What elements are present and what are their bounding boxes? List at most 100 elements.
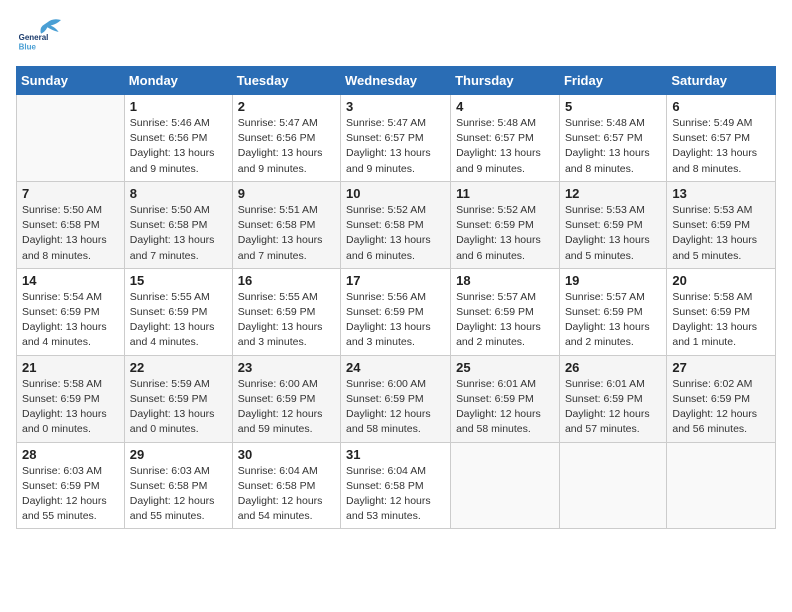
- week-row-2: 7 Sunrise: 5:50 AMSunset: 6:58 PMDaylight…: [17, 181, 776, 268]
- calendar-cell: 7 Sunrise: 5:50 AMSunset: 6:58 PMDaylight…: [17, 181, 125, 268]
- day-number: 15: [130, 273, 227, 288]
- calendar-cell: 18 Sunrise: 5:57 AMSunset: 6:59 PMDayligh…: [451, 268, 560, 355]
- day-info: Sunrise: 6:02 AMSunset: 6:59 PMDaylight:…: [672, 377, 770, 438]
- calendar-cell: 1 Sunrise: 5:46 AMSunset: 6:56 PMDaylight…: [124, 95, 232, 182]
- day-info: Sunrise: 5:57 AMSunset: 6:59 PMDaylight:…: [456, 290, 554, 351]
- day-number: 31: [346, 447, 445, 462]
- day-number: 22: [130, 360, 227, 375]
- day-info: Sunrise: 5:49 AMSunset: 6:57 PMDaylight:…: [672, 116, 770, 177]
- calendar-cell: 16 Sunrise: 5:55 AMSunset: 6:59 PMDayligh…: [232, 268, 340, 355]
- day-info: Sunrise: 6:04 AMSunset: 6:58 PMDaylight:…: [238, 464, 335, 525]
- day-info: Sunrise: 5:53 AMSunset: 6:59 PMDaylight:…: [672, 203, 770, 264]
- calendar-body: 1 Sunrise: 5:46 AMSunset: 6:56 PMDaylight…: [17, 95, 776, 529]
- day-number: 25: [456, 360, 554, 375]
- calendar-header: SundayMondayTuesdayWednesdayThursdayFrid…: [17, 67, 776, 95]
- calendar-cell: 30Sunrise: 6:04 AMSunset: 6:58 PMDayligh…: [232, 442, 340, 529]
- day-number: 13: [672, 186, 770, 201]
- day-number: 12: [565, 186, 661, 201]
- day-number: 28: [22, 447, 119, 462]
- week-row-4: 21 Sunrise: 5:58 AMSunset: 6:59 PMDayligh…: [17, 355, 776, 442]
- day-number: 9: [238, 186, 335, 201]
- day-number: 2: [238, 99, 335, 114]
- day-info: Sunrise: 5:57 AMSunset: 6:59 PMDaylight:…: [565, 290, 661, 351]
- day-header-thursday: Thursday: [451, 67, 560, 95]
- day-info: Sunrise: 6:00 AMSunset: 6:59 PMDaylight:…: [346, 377, 445, 438]
- day-number: 7: [22, 186, 119, 201]
- day-info: Sunrise: 5:55 AMSunset: 6:59 PMDaylight:…: [130, 290, 227, 351]
- calendar-cell: 21 Sunrise: 5:58 AMSunset: 6:59 PMDayligh…: [17, 355, 125, 442]
- day-info: Sunrise: 5:46 AMSunset: 6:56 PMDaylight:…: [130, 116, 227, 177]
- calendar-cell: 6 Sunrise: 5:49 AMSunset: 6:57 PMDaylight…: [667, 95, 776, 182]
- day-number: 18: [456, 273, 554, 288]
- day-number: 19: [565, 273, 661, 288]
- week-row-3: 14 Sunrise: 5:54 AMSunset: 6:59 PMDayligh…: [17, 268, 776, 355]
- day-info: Sunrise: 6:00 AMSunset: 6:59 PMDaylight:…: [238, 377, 335, 438]
- day-info: Sunrise: 5:58 AMSunset: 6:59 PMDaylight:…: [672, 290, 770, 351]
- day-number: 21: [22, 360, 119, 375]
- day-number: 20: [672, 273, 770, 288]
- calendar-table: SundayMondayTuesdayWednesdayThursdayFrid…: [16, 66, 776, 529]
- day-number: 26: [565, 360, 661, 375]
- calendar-cell: 8Sunrise: 5:50 AMSunset: 6:58 PMDaylight…: [124, 181, 232, 268]
- calendar-cell: [559, 442, 666, 529]
- calendar-cell: [451, 442, 560, 529]
- days-of-week-row: SundayMondayTuesdayWednesdayThursdayFrid…: [17, 67, 776, 95]
- logo-icon: General Blue: [16, 16, 66, 56]
- calendar-cell: 10 Sunrise: 5:52 AMSunset: 6:58 PMDayligh…: [341, 181, 451, 268]
- calendar-cell: 25Sunrise: 6:01 AMSunset: 6:59 PMDayligh…: [451, 355, 560, 442]
- day-info: Sunrise: 5:50 AMSunset: 6:58 PMDaylight:…: [22, 203, 119, 264]
- day-info: Sunrise: 5:56 AMSunset: 6:59 PMDaylight:…: [346, 290, 445, 351]
- calendar-cell: 26 Sunrise: 6:01 AMSunset: 6:59 PMDayligh…: [559, 355, 666, 442]
- calendar-cell: 14 Sunrise: 5:54 AMSunset: 6:59 PMDayligh…: [17, 268, 125, 355]
- day-info: Sunrise: 5:47 AMSunset: 6:56 PMDaylight:…: [238, 116, 335, 177]
- week-row-1: 1 Sunrise: 5:46 AMSunset: 6:56 PMDaylight…: [17, 95, 776, 182]
- day-info: Sunrise: 6:01 AMSunset: 6:59 PMDaylight:…: [565, 377, 661, 438]
- day-number: 10: [346, 186, 445, 201]
- calendar-cell: 5Sunrise: 5:48 AMSunset: 6:57 PMDaylight…: [559, 95, 666, 182]
- svg-text:Blue: Blue: [19, 43, 37, 52]
- calendar-cell: 31 Sunrise: 6:04 AMSunset: 6:58 PMDayligh…: [341, 442, 451, 529]
- svg-text:General: General: [19, 33, 49, 42]
- calendar-cell: 22 Sunrise: 5:59 AMSunset: 6:59 PMDayligh…: [124, 355, 232, 442]
- page-header: General Blue: [16, 16, 776, 56]
- day-number: 11: [456, 186, 554, 201]
- day-header-friday: Friday: [559, 67, 666, 95]
- calendar-cell: [17, 95, 125, 182]
- day-info: Sunrise: 6:03 AMSunset: 6:59 PMDaylight:…: [22, 464, 119, 525]
- day-info: Sunrise: 5:53 AMSunset: 6:59 PMDaylight:…: [565, 203, 661, 264]
- day-info: Sunrise: 5:58 AMSunset: 6:59 PMDaylight:…: [22, 377, 119, 438]
- calendar-cell: 4Sunrise: 5:48 AMSunset: 6:57 PMDaylight…: [451, 95, 560, 182]
- day-number: 27: [672, 360, 770, 375]
- calendar-cell: 24Sunrise: 6:00 AMSunset: 6:59 PMDayligh…: [341, 355, 451, 442]
- day-info: Sunrise: 5:51 AMSunset: 6:58 PMDaylight:…: [238, 203, 335, 264]
- day-number: 4: [456, 99, 554, 114]
- calendar-cell: 2 Sunrise: 5:47 AMSunset: 6:56 PMDaylight…: [232, 95, 340, 182]
- day-number: 3: [346, 99, 445, 114]
- calendar-cell: 13 Sunrise: 5:53 AMSunset: 6:59 PMDayligh…: [667, 181, 776, 268]
- day-number: 23: [238, 360, 335, 375]
- day-info: Sunrise: 6:04 AMSunset: 6:58 PMDaylight:…: [346, 464, 445, 525]
- calendar-cell: 15 Sunrise: 5:55 AMSunset: 6:59 PMDayligh…: [124, 268, 232, 355]
- day-info: Sunrise: 5:59 AMSunset: 6:59 PMDaylight:…: [130, 377, 227, 438]
- day-info: Sunrise: 5:52 AMSunset: 6:58 PMDaylight:…: [346, 203, 445, 264]
- calendar-cell: 17Sunrise: 5:56 AMSunset: 6:59 PMDayligh…: [341, 268, 451, 355]
- day-info: Sunrise: 5:47 AMSunset: 6:57 PMDaylight:…: [346, 116, 445, 177]
- calendar-cell: 29Sunrise: 6:03 AMSunset: 6:58 PMDayligh…: [124, 442, 232, 529]
- calendar-cell: [667, 442, 776, 529]
- day-number: 14: [22, 273, 119, 288]
- calendar-cell: 23 Sunrise: 6:00 AMSunset: 6:59 PMDayligh…: [232, 355, 340, 442]
- day-number: 6: [672, 99, 770, 114]
- calendar-cell: 11Sunrise: 5:52 AMSunset: 6:59 PMDayligh…: [451, 181, 560, 268]
- day-info: Sunrise: 6:03 AMSunset: 6:58 PMDaylight:…: [130, 464, 227, 525]
- day-info: Sunrise: 5:54 AMSunset: 6:59 PMDaylight:…: [22, 290, 119, 351]
- calendar-cell: 9 Sunrise: 5:51 AMSunset: 6:58 PMDaylight…: [232, 181, 340, 268]
- day-header-tuesday: Tuesday: [232, 67, 340, 95]
- logo: General Blue: [16, 16, 70, 56]
- day-number: 8: [130, 186, 227, 201]
- day-number: 16: [238, 273, 335, 288]
- week-row-5: 28 Sunrise: 6:03 AMSunset: 6:59 PMDayligh…: [17, 442, 776, 529]
- calendar-cell: 27 Sunrise: 6:02 AMSunset: 6:59 PMDayligh…: [667, 355, 776, 442]
- calendar-cell: 12 Sunrise: 5:53 AMSunset: 6:59 PMDayligh…: [559, 181, 666, 268]
- day-number: 1: [130, 99, 227, 114]
- day-info: Sunrise: 5:55 AMSunset: 6:59 PMDaylight:…: [238, 290, 335, 351]
